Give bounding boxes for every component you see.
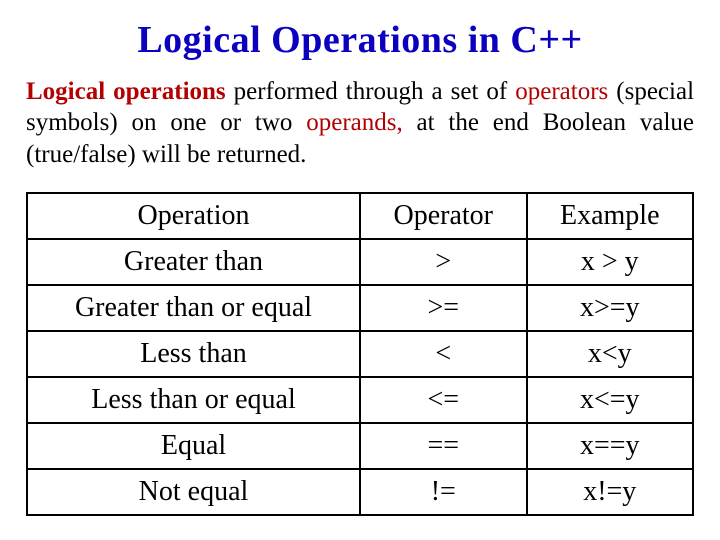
header-operation: Operation	[27, 193, 360, 239]
cell-example: x==y	[527, 423, 694, 469]
operators-table: Operation Operator Example Greater than …	[26, 192, 694, 516]
cell-operation: Less than	[27, 331, 360, 377]
cell-example: x<y	[527, 331, 694, 377]
table-header-row: Operation Operator Example	[27, 193, 693, 239]
cell-operation: Less than or equal	[27, 377, 360, 423]
intro-keyword-operators: operators	[515, 78, 608, 105]
cell-example: x<=y	[527, 377, 694, 423]
cell-operator: !=	[360, 469, 527, 515]
header-example: Example	[527, 193, 694, 239]
table-row: Equal == x==y	[27, 423, 693, 469]
page-title: Logical Operations in C++	[26, 18, 694, 62]
header-operator: Operator	[360, 193, 527, 239]
cell-example: x!=y	[527, 469, 694, 515]
table-row: Less than < x<y	[27, 331, 693, 377]
cell-operation: Equal	[27, 423, 360, 469]
cell-operator: >=	[360, 285, 527, 331]
cell-operation: Greater than or equal	[27, 285, 360, 331]
intro-text-1: performed through a set of	[226, 78, 516, 105]
cell-example: x > y	[527, 239, 694, 285]
intro-keyword-operands: operands,	[306, 109, 403, 136]
table-row: Greater than > x > y	[27, 239, 693, 285]
cell-operator: <	[360, 331, 527, 377]
cell-operator: ==	[360, 423, 527, 469]
intro-keyword-logical-operations: Logical operations	[26, 78, 226, 105]
table-row: Not equal != x!=y	[27, 469, 693, 515]
cell-operation: Greater than	[27, 239, 360, 285]
cell-example: x>=y	[527, 285, 694, 331]
intro-paragraph: Logical operations performed through a s…	[26, 76, 694, 170]
cell-operation: Not equal	[27, 469, 360, 515]
cell-operator: >	[360, 239, 527, 285]
table-row: Less than or equal <= x<=y	[27, 377, 693, 423]
table-row: Greater than or equal >= x>=y	[27, 285, 693, 331]
cell-operator: <=	[360, 377, 527, 423]
